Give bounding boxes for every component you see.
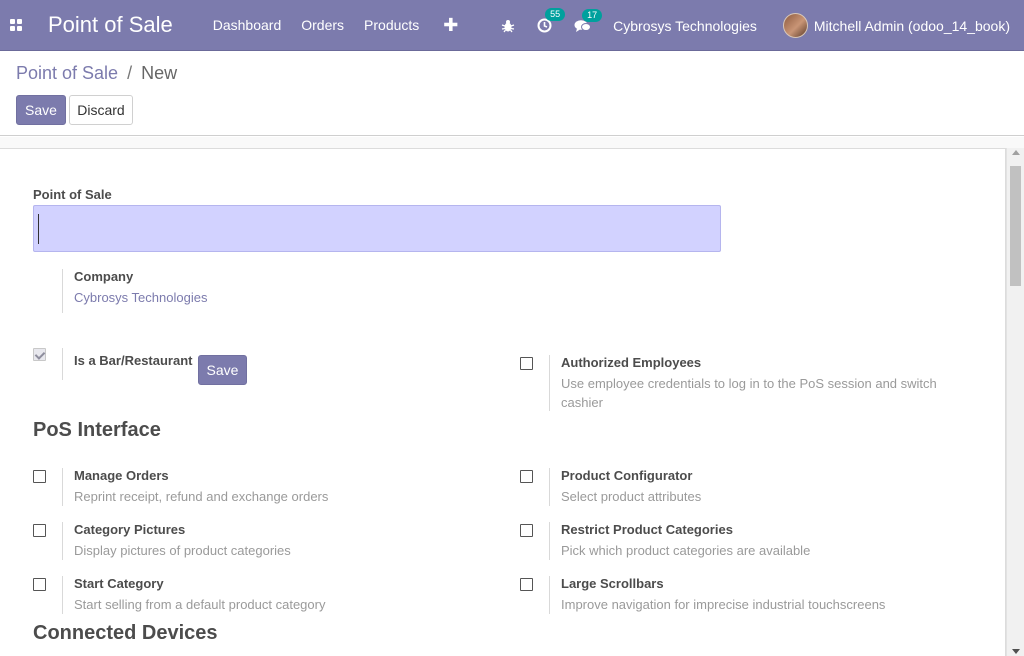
company-setting: Company Cybrosys Technologies: [33, 269, 433, 313]
bar-restaurant-label: Is a Bar/Restaurant: [74, 353, 193, 368]
bug-icon[interactable]: [501, 19, 515, 33]
messages-icon[interactable]: 17: [574, 8, 603, 33]
setting-title: Restrict Product Categories: [561, 522, 733, 537]
authorized-employees-setting: Authorized Employees Use employee creden…: [520, 355, 950, 411]
setting-divider: [62, 269, 63, 313]
save-button[interactable]: Save: [16, 95, 66, 125]
start-category-checkbox[interactable]: [33, 578, 46, 591]
menu-orders[interactable]: Orders: [301, 17, 344, 33]
setting-desc: Reprint receipt, refund and exchange ord…: [74, 489, 329, 504]
breadcrumb-separator: /: [127, 63, 133, 83]
setting-desc: Pick which product categories are availa…: [561, 543, 811, 558]
scroll-thumb[interactable]: [1010, 166, 1021, 286]
menu-dashboard[interactable]: Dashboard: [213, 17, 282, 33]
restrict-categories-checkbox[interactable]: [520, 524, 533, 537]
pos-name-label: Point of Sale: [33, 187, 112, 202]
discard-button[interactable]: Discard: [69, 95, 133, 125]
setting-divider: [549, 576, 550, 614]
setting-title: Large Scrollbars: [561, 576, 664, 591]
menu-products[interactable]: Products: [364, 17, 419, 33]
authorized-employees-label: Authorized Employees: [561, 355, 702, 370]
company-label: Company: [74, 269, 134, 284]
setting-title: Start Category: [74, 576, 164, 591]
setting-divider: [62, 522, 63, 560]
setting-divider: [549, 355, 550, 411]
form-sheet: Point of Sale Company Cybrosys Technolog…: [0, 148, 1006, 656]
manage-orders-checkbox[interactable]: [33, 470, 46, 483]
bar-restaurant-save-button[interactable]: Save: [198, 355, 247, 385]
breadcrumb: Point of Sale / New: [16, 63, 177, 84]
setting-title: Manage Orders: [74, 468, 169, 483]
restrict-categories-setting: Restrict Product Categories Pick which p…: [520, 522, 950, 560]
setting-title: Product Configurator: [561, 468, 693, 483]
company-switcher[interactable]: Cybrosys Technologies: [613, 18, 757, 34]
category-pictures-setting: Category Pictures Display pictures of pr…: [33, 522, 453, 560]
section-connected-devices: Connected Devices: [33, 622, 218, 644]
form-view: Point of Sale Company Cybrosys Technolog…: [0, 137, 1024, 656]
breadcrumb-current: New: [141, 63, 178, 83]
authorized-employees-checkbox[interactable]: [520, 357, 533, 370]
scroll-up-icon[interactable]: [1012, 150, 1020, 155]
messages-count-badge: 17: [582, 8, 603, 22]
top-navbar: Point of Sale Dashboard Orders Products …: [0, 0, 1024, 51]
manage-orders-setting: Manage Orders Reprint receipt, refund an…: [33, 468, 453, 506]
avatar: [782, 13, 808, 38]
setting-divider: [62, 468, 63, 506]
setting-divider: [62, 348, 63, 380]
product-configurator-setting: Product Configurator Select product attr…: [520, 468, 950, 506]
category-pictures-checkbox[interactable]: [33, 524, 46, 537]
setting-divider: [549, 522, 550, 560]
company-value[interactable]: Cybrosys Technologies: [74, 288, 207, 307]
setting-desc: Improve navigation for imprecise industr…: [561, 597, 886, 612]
product-configurator-checkbox[interactable]: [520, 470, 533, 483]
apps-menu-icon[interactable]: [0, 0, 32, 51]
setting-desc: Display pictures of product categories: [74, 543, 291, 558]
setting-desc: Select product attributes: [561, 489, 702, 504]
user-name: Mitchell Admin (odoo_14_book): [813, 17, 1010, 34]
breadcrumb-parent[interactable]: Point of Sale: [16, 63, 118, 83]
vertical-scrollbar[interactable]: [1006, 148, 1024, 656]
setting-divider: [62, 576, 63, 614]
setting-desc: Start selling from a default product cat…: [74, 597, 326, 612]
user-menu[interactable]: Mitchell Admin (odoo_14_book): [782, 13, 1010, 38]
section-pos-interface: PoS Interface: [33, 419, 161, 441]
setting-title: Category Pictures: [74, 522, 186, 537]
scroll-down-icon[interactable]: [1012, 649, 1020, 654]
main-menu: Dashboard Orders Products ✚: [213, 15, 459, 36]
bar-restaurant-checkbox[interactable]: [33, 348, 46, 361]
large-scrollbars-checkbox[interactable]: [520, 578, 533, 591]
pos-name-input[interactable]: [33, 205, 721, 252]
app-title[interactable]: Point of Sale: [48, 12, 173, 38]
large-scrollbars-setting: Large Scrollbars Improve navigation for …: [520, 576, 950, 614]
text-cursor: [38, 214, 39, 244]
navbar-systray: 55 17 Cybrosys Technologies Mitchell Adm…: [501, 0, 1010, 51]
activity-clock-icon[interactable]: 55: [537, 8, 566, 33]
authorized-employees-desc: Use employee credentials to log in to th…: [561, 376, 937, 410]
activity-count-badge: 55: [545, 8, 566, 21]
plus-icon[interactable]: ✚: [443, 15, 458, 36]
start-category-setting: Start Category Start selling from a defa…: [33, 576, 453, 614]
control-panel: Point of Sale / New Save Discard: [0, 51, 1024, 136]
setting-divider: [549, 468, 550, 506]
